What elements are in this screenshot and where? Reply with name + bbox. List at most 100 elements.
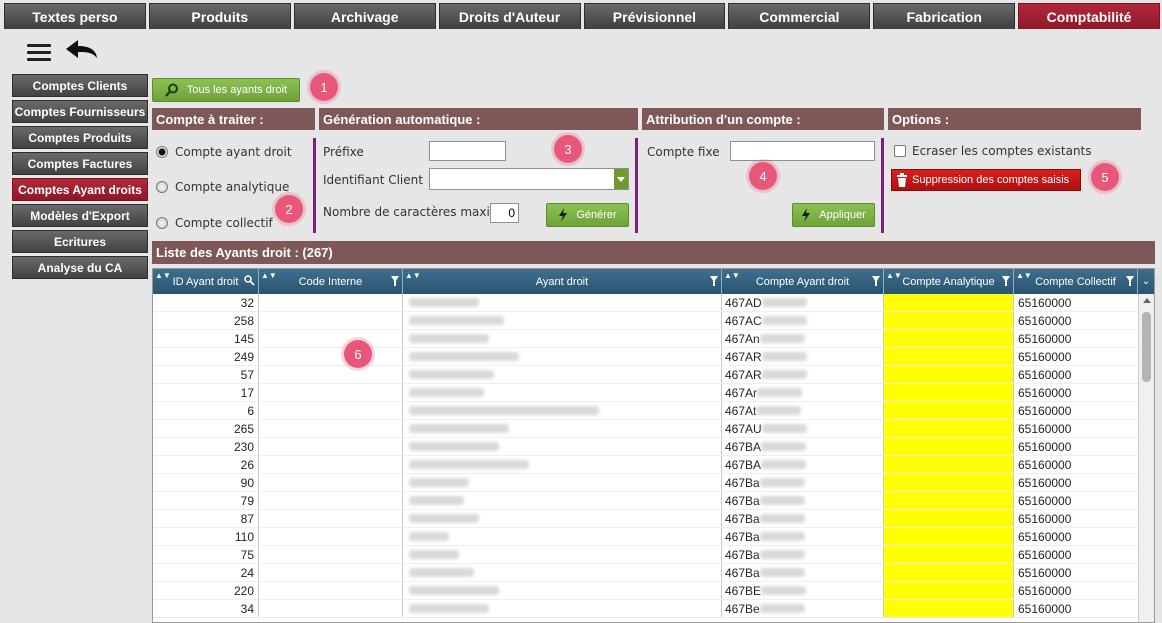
tab-pr-visionnel[interactable]: Prévisionnel [583, 3, 726, 29]
sort-icon[interactable]: ▲▼ [886, 271, 902, 280]
tab-fabrication[interactable]: Fabrication [873, 3, 1016, 29]
vertical-scrollbar[interactable] [1138, 294, 1154, 622]
table-row[interactable]: 87 467Ba 65160000 [153, 510, 1138, 528]
table-row[interactable]: 110 467Ba 65160000 [153, 528, 1138, 546]
sort-icon[interactable]: ▲▼ [405, 271, 421, 280]
ecraser-checkbox[interactable] [894, 145, 906, 157]
table-row[interactable]: 220 467BE 65160000 [153, 582, 1138, 600]
cell-compte-ayant-droit: 467BA [722, 438, 884, 455]
table-row[interactable]: 265 467AU 65160000 [153, 420, 1138, 438]
table-row[interactable]: 75 467Ba 65160000 [153, 546, 1138, 564]
prefixe-input[interactable] [429, 141, 506, 161]
sidebar-item-comptes-produits[interactable]: Comptes Produits [12, 126, 148, 149]
compte-prefix: 467Ba [725, 547, 760, 562]
column-header-code-interne[interactable]: ▲▼ Code Interne [259, 269, 403, 294]
table-row[interactable]: 145 467An 65160000 [153, 330, 1138, 348]
ecraser-checkbox-row[interactable]: Ecraser les comptes existants [894, 144, 1092, 158]
column-chooser[interactable]: ⌄ [1138, 269, 1154, 294]
sort-icon[interactable]: ▲▼ [261, 271, 277, 280]
table-row[interactable]: 32 467AD 65160000 [153, 294, 1138, 312]
cell-compte-ayant-droit: 467AR [722, 348, 884, 365]
table-row[interactable]: 57 467AR 65160000 [153, 366, 1138, 384]
radio-button[interactable] [156, 146, 168, 158]
table-row[interactable]: 258 467AC 65160000 [153, 312, 1138, 330]
column-header-compte-collectif[interactable]: ▲▼ Compte Collectif [1014, 269, 1138, 294]
table-row[interactable]: 24 467Ba 65160000 [153, 564, 1138, 582]
table-row[interactable]: 90 467Ba 65160000 [153, 474, 1138, 492]
compte-a-traiter-header: Compte à traiter : [152, 108, 315, 130]
redacted-name [409, 298, 479, 307]
scroll-thumb[interactable] [1142, 312, 1151, 382]
sidebar-item-analyse-du-ca[interactable]: Analyse du CA [12, 256, 148, 279]
cell-ayant-droit [403, 348, 722, 365]
radio-compte-collectif[interactable]: Compte collectif [156, 216, 273, 230]
generer-button[interactable]: Générer [546, 203, 629, 227]
radio-compte-analytique[interactable]: Compte analytique [156, 180, 289, 194]
sidebar-item-mod-les-d-export[interactable]: Modèles d'Export [12, 204, 148, 227]
sort-icon[interactable]: ▲▼ [1016, 271, 1032, 280]
double-chevron-down-icon[interactable]: ⌄ [1142, 276, 1150, 287]
table-row[interactable]: 17 467Ar 65160000 [153, 384, 1138, 402]
badge-4: 4 [749, 162, 777, 190]
chevron-down-icon[interactable] [614, 169, 628, 189]
cell-id: 230 [153, 438, 259, 455]
tab-produits[interactable]: Produits [148, 3, 291, 29]
filter-icon[interactable] [872, 276, 880, 286]
cell-compte-ayant-droit: 467An [722, 330, 884, 347]
column-header-compte-ayant-droit[interactable]: ▲▼ Compte Ayant droit [722, 269, 884, 294]
tab-commercial[interactable]: Commercial [728, 3, 871, 29]
all-rights-holders-button[interactable]: Tous les ayants droit [152, 78, 300, 102]
redacted-compte [761, 424, 807, 433]
table-row[interactable]: 6 467At 65160000 [153, 402, 1138, 420]
search-icon[interactable] [244, 275, 255, 286]
tab-archivage[interactable]: Archivage [293, 3, 436, 29]
sidebar-item-comptes-factures[interactable]: Comptes Factures [12, 152, 148, 175]
badge-6: 6 [344, 340, 372, 368]
tab-textes-perso[interactable]: Textes perso [4, 3, 146, 29]
radio-button[interactable] [156, 217, 168, 229]
filter-icon[interactable] [391, 276, 399, 286]
sidebar-item-ecritures[interactable]: Ecritures [12, 230, 148, 253]
redacted-compte [759, 532, 805, 541]
compte-fixe-input[interactable] [730, 141, 875, 161]
table-row[interactable]: 26 467BA 65160000 [153, 456, 1138, 474]
filter-icon[interactable] [1002, 276, 1010, 286]
filter-icon[interactable] [1126, 276, 1134, 286]
prefixe-label: Préfixe [323, 145, 364, 159]
hamburger-menu-icon[interactable] [27, 44, 51, 62]
cell-code-interne [259, 294, 403, 311]
sort-icon[interactable]: ▲▼ [724, 271, 740, 280]
cell-ayant-droit [403, 384, 722, 401]
cell-id: 57 [153, 366, 259, 383]
column-header-ayant-droit[interactable]: ▲▼ Ayant droit [403, 269, 722, 294]
nb-caracteres-input[interactable] [490, 203, 519, 223]
tab-comptabilit-[interactable]: Comptabilité [1018, 3, 1160, 29]
cell-compte-ayant-droit: 467Ba [722, 510, 884, 527]
radio-button[interactable] [156, 181, 168, 193]
appliquer-button[interactable]: Appliquer [792, 203, 875, 227]
identifiant-client-select[interactable] [429, 168, 629, 190]
radio-compte-ayant-droit[interactable]: Compte ayant droit [156, 145, 292, 159]
sort-icon[interactable]: ▲▼ [155, 271, 171, 280]
suppression-button[interactable]: Suppression des comptes saisis [891, 169, 1081, 191]
sidebar-item-comptes-clients[interactable]: Comptes Clients [12, 74, 148, 97]
cell-code-interne [259, 456, 403, 473]
redacted-compte [759, 334, 805, 343]
table-row[interactable]: 79 467Ba 65160000 [153, 492, 1138, 510]
sidebar-item-comptes-fournisseurs[interactable]: Comptes Fournisseurs [12, 100, 148, 123]
filter-icon[interactable] [710, 276, 718, 286]
scroll-up-icon[interactable] [1143, 298, 1151, 303]
tab-droits-d-auteur[interactable]: Droits d'Auteur [438, 3, 581, 29]
cell-compte-collectif: 65160000 [1018, 349, 1072, 364]
back-arrow-icon[interactable] [64, 38, 98, 62]
ecraser-label: Ecraser les comptes existants [912, 144, 1092, 158]
table-row[interactable]: 230 467BA 65160000 [153, 438, 1138, 456]
column-header-compte-analytique[interactable]: ▲▼ Compte Analytique [884, 269, 1014, 294]
compte-prefix: 467BA [725, 439, 762, 454]
column-header-id[interactable]: ▲▼ ID Ayant droit [153, 269, 259, 294]
table-row[interactable]: 34 467Be 65160000 [153, 600, 1138, 618]
table-row[interactable]: 249 467AR 65160000 [153, 348, 1138, 366]
sidebar-item-comptes-ayant-droits[interactable]: Comptes Ayant droits [12, 178, 148, 201]
cell-code-interne [259, 492, 403, 509]
cell-id: 17 [153, 384, 259, 401]
